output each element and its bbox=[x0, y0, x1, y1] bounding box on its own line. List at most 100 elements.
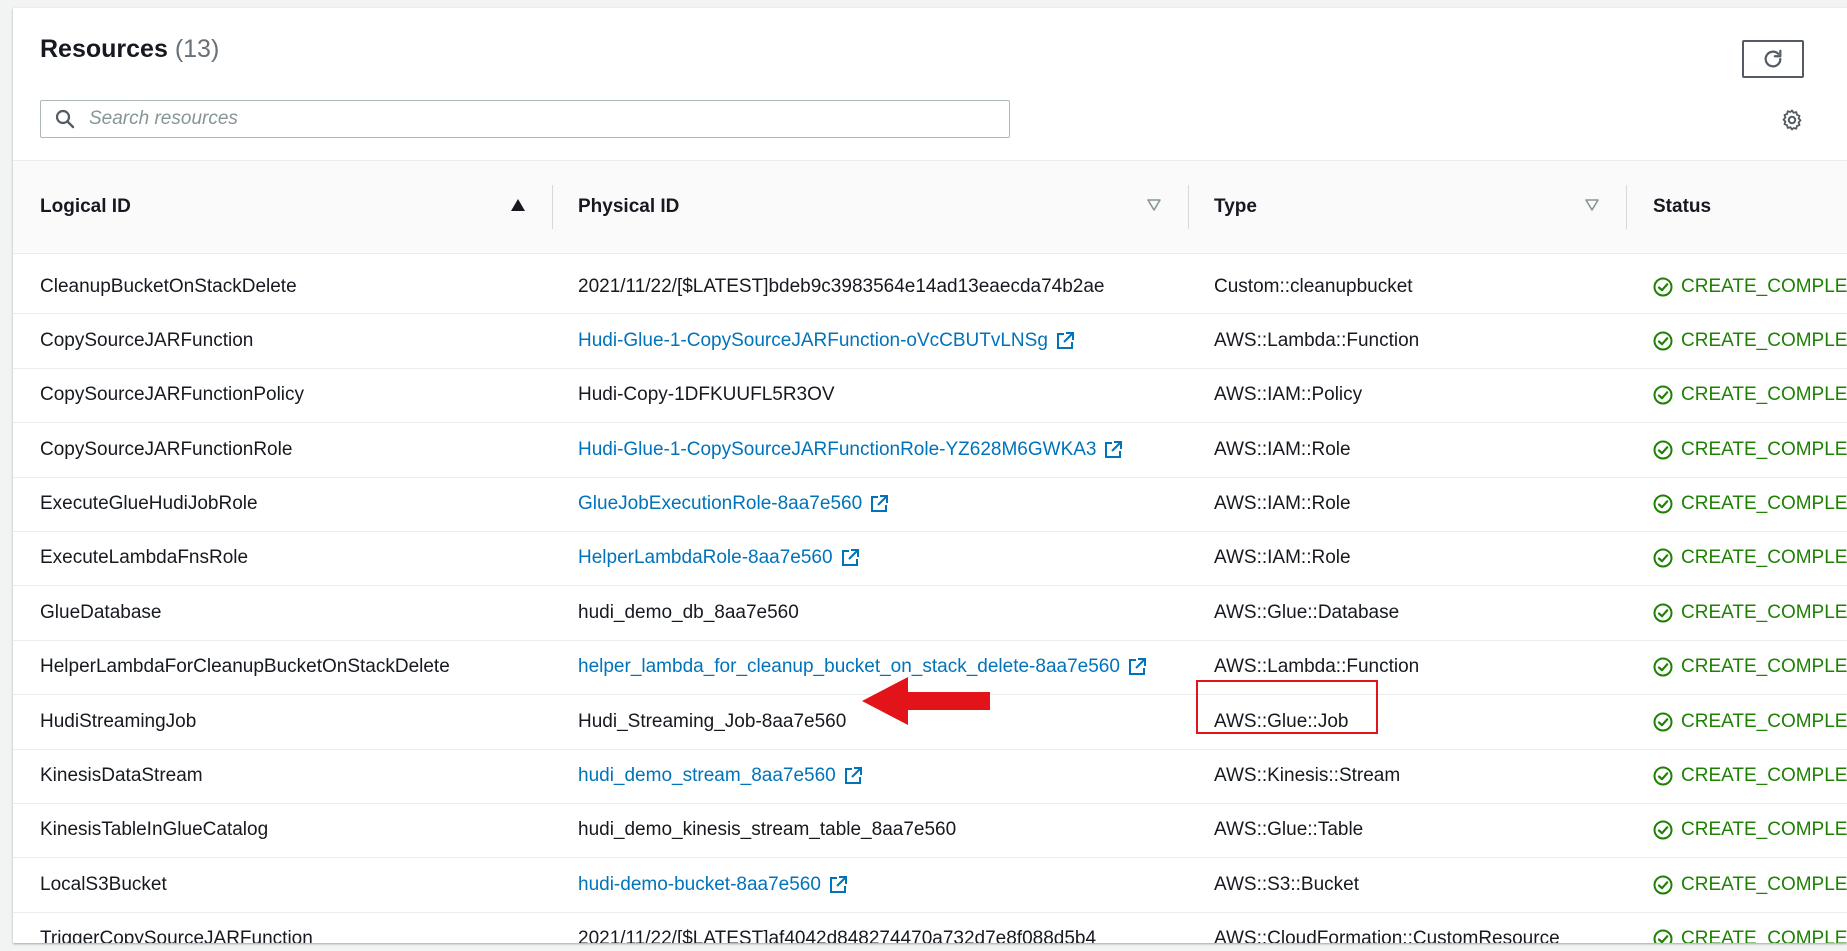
physical-id-cell[interactable]: hudi_demo_stream_8aa7e560 bbox=[578, 750, 862, 803]
logical-id-cell: ExecuteLambdaFnsRole bbox=[40, 547, 249, 569]
success-circle-icon bbox=[1653, 657, 1673, 677]
physical-id-cell[interactable]: Hudi-Glue-1-CopySourceJARFunctionRole-YZ… bbox=[578, 423, 1123, 476]
external-link-icon[interactable] bbox=[1056, 331, 1074, 350]
status-text: CREATE_COMPLETE bbox=[1681, 928, 1847, 943]
physical-id-link[interactable]: Hudi-Glue-1-CopySourceJARFunctionRole-YZ… bbox=[578, 439, 1096, 461]
success-circle-icon bbox=[1653, 494, 1673, 514]
success-circle-icon bbox=[1653, 331, 1673, 351]
table-row[interactable]: CopySourceJARFunction Hudi-Glue-1-CopySo… bbox=[13, 314, 1847, 369]
physical-id-link[interactable]: HelperLambdaRole-8aa7e560 bbox=[578, 547, 833, 569]
table-row[interactable]: CleanupBucketOnStackDelete 2021/11/22/[$… bbox=[13, 260, 1847, 315]
column-type[interactable]: Type bbox=[1189, 161, 1627, 253]
physical-id-cell: hudi_demo_db_8aa7e560 bbox=[578, 601, 799, 623]
external-link-icon[interactable] bbox=[829, 875, 847, 894]
logical-id-cell: KinesisTableInGlueCatalog bbox=[40, 819, 269, 841]
success-circle-icon bbox=[1653, 820, 1673, 840]
resources-count: (13) bbox=[174, 35, 220, 63]
table-row[interactable]: CopySourceJARFunctionPolicy Hudi-Copy-1D… bbox=[13, 369, 1847, 424]
table-row[interactable]: CopySourceJARFunctionRole Hudi-Glue-1-Co… bbox=[13, 423, 1847, 478]
logical-id-cell: TriggerCopySourceJARFunction bbox=[40, 928, 313, 943]
logical-id-cell: HudiStreamingJob bbox=[40, 710, 197, 732]
refresh-icon bbox=[1764, 49, 1782, 68]
resources-title: Resources bbox=[40, 35, 168, 63]
table-row[interactable]: KinesisDataStream hudi_demo_stream_8aa7e… bbox=[13, 750, 1847, 804]
physical-id-link[interactable]: hudi-demo-bucket-8aa7e560 bbox=[578, 874, 821, 896]
logical-id-cell: LocalS3Bucket bbox=[40, 873, 167, 895]
success-circle-icon bbox=[1653, 548, 1673, 568]
search-input[interactable] bbox=[87, 107, 971, 131]
status-cell: CREATE_COMPLETE bbox=[1653, 913, 1847, 943]
logical-id-cell: KinesisDataStream bbox=[40, 765, 203, 787]
status-cell: CREATE_COMPLETE bbox=[1653, 423, 1847, 476]
gear-icon bbox=[1782, 109, 1802, 131]
table-row[interactable]: TriggerCopySourceJARFunction 2021/11/22/… bbox=[13, 913, 1847, 943]
status-text: CREATE_COMPLETE bbox=[1681, 765, 1847, 787]
status-cell: CREATE_COMPLETE bbox=[1653, 586, 1847, 639]
status-cell: CREATE_COMPLETE bbox=[1653, 369, 1847, 422]
column-label: Type bbox=[1214, 196, 1257, 217]
type-cell: AWS::Glue::Table bbox=[1214, 819, 1364, 841]
status-text: CREATE_COMPLETE bbox=[1681, 656, 1847, 678]
physical-id-link[interactable]: hudi_demo_stream_8aa7e560 bbox=[578, 765, 836, 787]
status-text: CREATE_COMPLETE bbox=[1681, 275, 1847, 297]
logical-id-cell: ExecuteGlueHudiJobRole bbox=[40, 493, 258, 515]
search-icon bbox=[55, 109, 75, 129]
sort-descending-icon bbox=[1147, 199, 1161, 211]
sort-ascending-icon bbox=[511, 199, 525, 211]
physical-id-cell[interactable]: GlueJobExecutionRole-8aa7e560 bbox=[578, 478, 889, 531]
column-logical-id[interactable]: Logical ID bbox=[13, 161, 553, 253]
table-row[interactable]: GlueDatabase hudi_demo_db_8aa7e560 AWS::… bbox=[13, 586, 1847, 641]
status-cell: CREATE_COMPLETE bbox=[1653, 804, 1847, 857]
physical-id-cell[interactable]: hudi-demo-bucket-8aa7e560 bbox=[578, 858, 847, 911]
success-circle-icon bbox=[1653, 875, 1673, 895]
external-link-icon[interactable] bbox=[1104, 440, 1123, 459]
settings-button[interactable] bbox=[1780, 108, 1804, 132]
success-circle-icon bbox=[1653, 929, 1673, 943]
annotation-arrow-icon bbox=[862, 677, 990, 725]
status-text: CREATE_COMPLETE bbox=[1681, 819, 1847, 841]
external-link-icon[interactable] bbox=[870, 495, 889, 513]
status-cell: CREATE_COMPLETE bbox=[1653, 314, 1847, 367]
logical-id-cell: CopySourceJARFunction bbox=[40, 329, 254, 351]
status-cell: CREATE_COMPLETE bbox=[1653, 478, 1847, 531]
type-cell: AWS::CloudFormation::CustomResource bbox=[1214, 928, 1560, 943]
table-header: Logical ID Physical ID Type Status bbox=[13, 160, 1847, 254]
physical-id-link[interactable]: GlueJobExecutionRole-8aa7e560 bbox=[578, 493, 862, 515]
annotation-highlight-box bbox=[1196, 680, 1378, 734]
column-label: Logical ID bbox=[40, 196, 131, 217]
status-cell: CREATE_COMPLETE bbox=[1653, 641, 1847, 694]
physical-id-cell[interactable]: HelperLambdaRole-8aa7e560 bbox=[578, 532, 859, 585]
status-cell: CREATE_COMPLETE bbox=[1653, 695, 1847, 748]
status-text: CREATE_COMPLETE bbox=[1681, 384, 1847, 406]
table-row[interactable]: ExecuteGlueHudiJobRole GlueJobExecutionR… bbox=[13, 478, 1847, 532]
status-cell: CREATE_COMPLETE bbox=[1653, 532, 1847, 585]
table-row[interactable]: ExecuteLambdaFnsRole HelperLambdaRole-8a… bbox=[13, 532, 1847, 587]
success-circle-icon bbox=[1653, 766, 1673, 786]
success-circle-icon bbox=[1653, 385, 1673, 405]
refresh-button[interactable] bbox=[1742, 40, 1804, 78]
success-circle-icon bbox=[1653, 440, 1673, 460]
physical-id-link[interactable]: Hudi-Glue-1-CopySourceJARFunction-oVcCBU… bbox=[578, 330, 1048, 352]
search-box bbox=[40, 100, 1010, 138]
external-link-icon[interactable] bbox=[844, 767, 862, 785]
physical-id-link[interactable]: helper_lambda_for_cleanup_bucket_on_stac… bbox=[578, 656, 1120, 678]
page-title: Resources (13) bbox=[40, 35, 219, 64]
column-label: Physical ID bbox=[578, 196, 680, 217]
physical-id-cell[interactable]: Hudi-Glue-1-CopySourceJARFunction-oVcCBU… bbox=[578, 314, 1074, 367]
column-status[interactable]: Status bbox=[1627, 161, 1847, 253]
resources-table-body: CleanupBucketOnStackDelete 2021/11/22/[$… bbox=[13, 260, 1847, 943]
resources-panel: Resources (13) Logical ID bbox=[13, 8, 1847, 943]
logical-id-cell: HelperLambdaForCleanupBucketOnStackDelet… bbox=[40, 656, 450, 678]
status-cell: CREATE_COMPLETE bbox=[1653, 858, 1847, 911]
external-link-icon[interactable] bbox=[1128, 658, 1146, 676]
physical-id-cell: 2021/11/22/[$LATEST]af4042d848274470a732… bbox=[578, 928, 1097, 943]
table-row[interactable]: LocalS3Bucket hudi-demo-bucket-8aa7e560 … bbox=[13, 858, 1847, 913]
type-cell: Custom::cleanupbucket bbox=[1214, 275, 1413, 297]
type-cell: AWS::S3::Bucket bbox=[1214, 873, 1360, 895]
status-text: CREATE_COMPLETE bbox=[1681, 710, 1847, 732]
table-row[interactable]: KinesisTableInGlueCatalog hudi_demo_kine… bbox=[13, 804, 1847, 859]
status-cell: CREATE_COMPLETE bbox=[1653, 260, 1847, 313]
success-circle-icon bbox=[1653, 277, 1673, 297]
column-physical-id[interactable]: Physical ID bbox=[553, 161, 1189, 253]
external-link-icon[interactable] bbox=[841, 549, 859, 567]
